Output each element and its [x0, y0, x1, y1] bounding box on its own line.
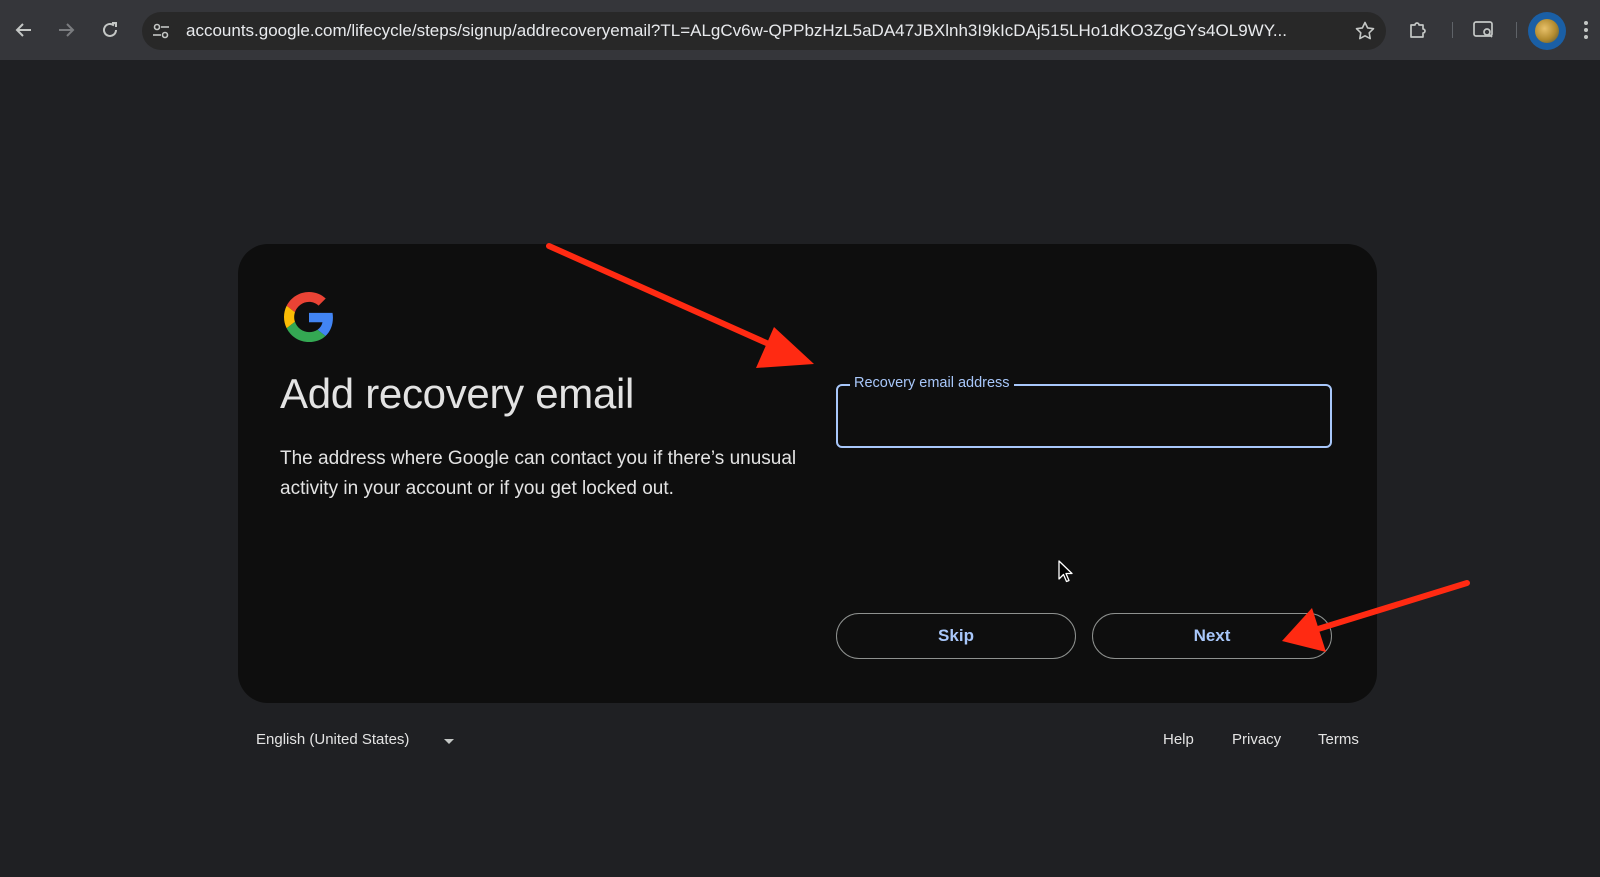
bookmark-star-icon[interactable]: [1354, 20, 1376, 42]
next-button[interactable]: Next: [1092, 613, 1332, 659]
dropdown-caret-icon[interactable]: [444, 739, 454, 744]
recovery-email-input[interactable]: [852, 404, 1316, 432]
language-selector[interactable]: English (United States): [256, 731, 409, 748]
privacy-link[interactable]: Privacy: [1232, 731, 1281, 748]
forward-arrow-icon[interactable]: [48, 12, 84, 48]
toolbar-divider: [1516, 22, 1517, 38]
more-vert-icon[interactable]: [1574, 12, 1598, 48]
reload-icon[interactable]: [92, 12, 128, 48]
terms-link[interactable]: Terms: [1318, 731, 1359, 748]
toolbar-divider: [1452, 22, 1453, 38]
recovery-email-label: Recovery email address: [850, 375, 1014, 391]
help-link[interactable]: Help: [1163, 731, 1194, 748]
browser-toolbar: accounts.google.com/lifecycle/steps/sign…: [0, 0, 1600, 60]
site-settings-icon[interactable]: [150, 20, 172, 42]
back-arrow-icon[interactable]: [6, 12, 42, 48]
signup-card: Add recovery email The address where Goo…: [238, 244, 1377, 703]
recovery-email-field[interactable]: Recovery email address: [836, 375, 1332, 448]
tab-search-icon[interactable]: [1466, 12, 1502, 48]
avatar-image: [1535, 19, 1559, 43]
extensions-puzzle-icon[interactable]: [1400, 12, 1436, 48]
page-description: The address where Google can contact you…: [280, 448, 797, 499]
mouse-cursor-icon: [1058, 560, 1073, 583]
address-bar[interactable]: accounts.google.com/lifecycle/steps/sign…: [142, 12, 1386, 50]
skip-button[interactable]: Skip: [836, 613, 1076, 659]
url-text[interactable]: accounts.google.com/lifecycle/steps/sign…: [186, 12, 1346, 50]
profile-avatar[interactable]: [1528, 12, 1566, 50]
page-title: Add recovery email: [280, 370, 635, 417]
google-g-logo: [284, 292, 333, 342]
